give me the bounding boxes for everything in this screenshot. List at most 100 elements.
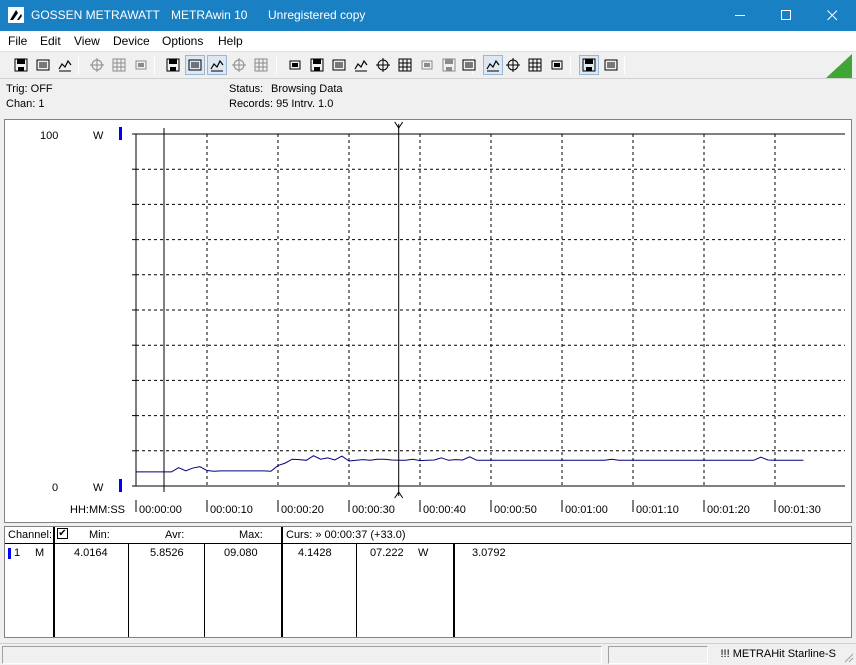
maximize-icon bbox=[781, 10, 791, 20]
y-unit-top: W bbox=[93, 130, 104, 142]
save-icon bbox=[14, 58, 28, 72]
grid-button[interactable] bbox=[229, 55, 249, 75]
close-button[interactable] bbox=[810, 0, 856, 31]
row-unit: W bbox=[418, 547, 429, 559]
row-value: 07.222 bbox=[370, 547, 404, 559]
menu-file[interactable]: File bbox=[6, 33, 29, 49]
bar-view-icon bbox=[254, 58, 268, 72]
bar-view-button[interactable] bbox=[251, 55, 271, 75]
app-logo-icon bbox=[8, 7, 24, 23]
status-pane-main bbox=[2, 646, 602, 664]
save-button[interactable] bbox=[11, 55, 31, 75]
minimize-button[interactable] bbox=[718, 0, 764, 31]
row-channel-number: 1 bbox=[14, 547, 21, 559]
device-memory-icon bbox=[135, 60, 147, 70]
x-tick-label: 00:01:00 bbox=[565, 504, 608, 516]
power-chart[interactable]: 00:00:00 00:00:10 00:00:20 00:00:30 00:00:40… bbox=[5, 120, 851, 522]
column-divider bbox=[356, 544, 357, 637]
x-tick-label: 00:01:10 bbox=[636, 504, 679, 516]
signal-icon bbox=[486, 59, 500, 72]
x-tick-label: 00:00:10 bbox=[210, 504, 253, 516]
comment-button[interactable] bbox=[601, 55, 621, 75]
x-tick-label: 00:01:30 bbox=[778, 504, 821, 516]
corner-triangle-icon bbox=[826, 54, 852, 78]
toolbar-separator bbox=[154, 56, 155, 74]
device-write-button[interactable] bbox=[109, 55, 129, 75]
records-interval: Records: 95 Intrv. 1.0 bbox=[229, 98, 334, 110]
toolbar-separator bbox=[78, 56, 79, 74]
menu-options[interactable]: Options bbox=[160, 33, 205, 49]
header-checkbox[interactable]: ✔ bbox=[57, 528, 68, 539]
row-min: 4.0164 bbox=[74, 547, 108, 559]
toolbar-separator bbox=[624, 56, 625, 74]
status-value: Browsing Data bbox=[271, 83, 343, 95]
y-bottom-label: 0 bbox=[52, 482, 58, 494]
list-button[interactable] bbox=[329, 55, 349, 75]
list-icon bbox=[332, 59, 346, 71]
export-button[interactable] bbox=[285, 55, 305, 75]
trigger-button[interactable] bbox=[417, 55, 437, 75]
grid-icon bbox=[232, 58, 246, 72]
header-min: Min: bbox=[89, 529, 110, 541]
import-button[interactable] bbox=[307, 55, 327, 75]
column-divider bbox=[128, 544, 129, 637]
maximize-button[interactable] bbox=[764, 0, 810, 31]
minimize-icon bbox=[735, 15, 745, 16]
record-button[interactable] bbox=[459, 55, 479, 75]
import-icon bbox=[310, 58, 324, 72]
column-divider bbox=[281, 527, 283, 637]
device-write-icon bbox=[112, 58, 126, 72]
table-view-icon bbox=[166, 58, 180, 72]
graph-view-icon bbox=[188, 59, 202, 71]
table-view-button[interactable] bbox=[163, 55, 183, 75]
status-label: Status: bbox=[229, 83, 264, 95]
table-header-divider bbox=[5, 543, 851, 544]
y-unit-bottom: W bbox=[93, 482, 104, 494]
menu-help[interactable]: Help bbox=[216, 33, 245, 49]
menu-edit[interactable]: Edit bbox=[38, 33, 63, 49]
zoom-button[interactable] bbox=[579, 55, 599, 75]
cursor-crosshair-icon bbox=[210, 59, 224, 72]
save-as-button[interactable] bbox=[33, 55, 53, 75]
column-divider bbox=[204, 544, 205, 637]
row-cursor-value: 4.1428 bbox=[298, 547, 332, 559]
close-icon bbox=[827, 10, 838, 21]
open-folder-icon bbox=[58, 59, 72, 72]
monitor-button[interactable] bbox=[395, 55, 415, 75]
menu-view[interactable]: View bbox=[72, 33, 102, 49]
signal-button[interactable] bbox=[483, 55, 503, 75]
header-avg: Avr: bbox=[165, 529, 185, 541]
y-axis-marker-top bbox=[119, 127, 122, 140]
graph-panel[interactable]: 00:00:00 00:00:10 00:00:20 00:00:30 00:00:40… bbox=[4, 119, 852, 523]
device-memory-button[interactable] bbox=[131, 55, 151, 75]
x-tick-label: 00:00:50 bbox=[494, 504, 537, 516]
function-icon bbox=[376, 58, 390, 72]
menu-device[interactable]: Device bbox=[111, 33, 152, 49]
function-button[interactable] bbox=[373, 55, 393, 75]
window-title-status: Unregistered copy bbox=[268, 8, 366, 22]
device-read-button[interactable] bbox=[87, 55, 107, 75]
x-tick-label: 00:00:20 bbox=[281, 504, 324, 516]
zoom-waveform-button[interactable] bbox=[547, 55, 567, 75]
print-setup-button[interactable] bbox=[525, 55, 545, 75]
toolbar-separator bbox=[570, 56, 571, 74]
window-title-brand: GOSSEN METRAWATT bbox=[31, 8, 160, 22]
export-icon bbox=[289, 60, 301, 70]
channel-table: Channel: ✔ Min: Avr: Max: Curs: » 00:00:… bbox=[4, 526, 852, 638]
channel-color-marker bbox=[8, 548, 11, 559]
print-setup-icon bbox=[528, 58, 542, 72]
record-icon bbox=[462, 59, 476, 71]
trigger-status: Trig: OFF bbox=[6, 83, 53, 95]
computer-button[interactable] bbox=[351, 55, 371, 75]
resize-grip-icon[interactable] bbox=[842, 651, 854, 663]
row-mode: M bbox=[35, 547, 45, 559]
toolbar bbox=[0, 51, 856, 79]
open-folder-button[interactable] bbox=[55, 55, 75, 75]
status-pane-mid bbox=[608, 646, 708, 664]
waveform-button[interactable] bbox=[439, 55, 459, 75]
graph-view-button[interactable] bbox=[185, 55, 205, 75]
cursor-crosshair-button[interactable] bbox=[207, 55, 227, 75]
print-icon bbox=[506, 58, 520, 72]
header-cursor: Curs: » 00:00:37 (+33.0) bbox=[286, 529, 406, 541]
print-button[interactable] bbox=[503, 55, 523, 75]
